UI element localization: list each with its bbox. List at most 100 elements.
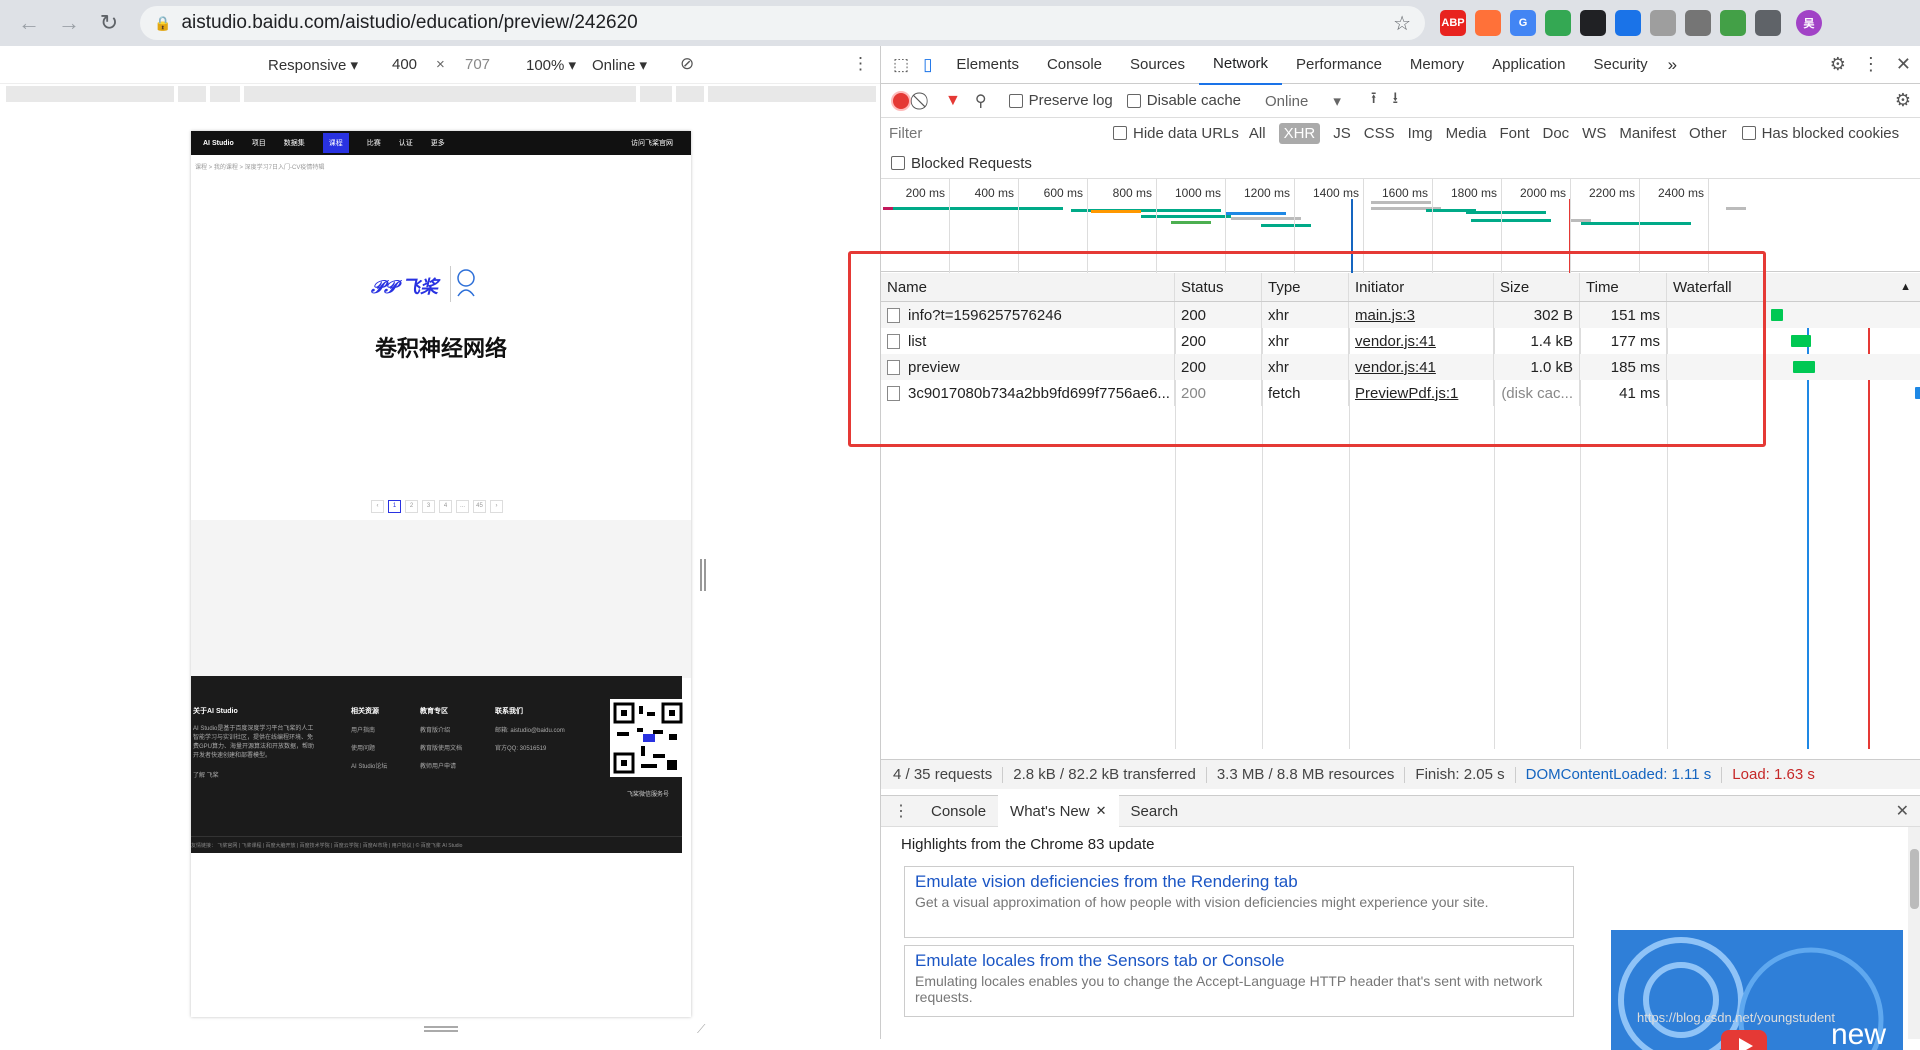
page-button[interactable]: ... xyxy=(456,499,469,513)
throttle-dropdown[interactable]: Online ▾ xyxy=(1265,92,1341,110)
drawer-scrollbar[interactable] xyxy=(1908,827,1920,1039)
network-settings-icon[interactable]: ⚙ xyxy=(1895,90,1911,111)
page-button[interactable]: ‹ xyxy=(371,499,384,513)
sort-up-icon[interactable]: ▲ xyxy=(1900,281,1911,293)
filter-type-manifest[interactable]: Manifest xyxy=(1619,125,1676,142)
abp-icon[interactable]: ABP xyxy=(1440,10,1466,36)
record-icon[interactable] xyxy=(891,90,911,111)
whats-new-card[interactable]: Emulate locales from the Sensors tab or … xyxy=(904,945,1574,1017)
reload-button[interactable]: ↻ xyxy=(94,8,124,38)
nav-item-active[interactable]: 课程 xyxy=(322,133,349,153)
hide-data-urls-checkbox[interactable]: Hide data URLs xyxy=(1113,125,1239,142)
rotate-icon[interactable]: ⊘ xyxy=(680,54,694,74)
footer-link[interactable]: 用户指南 xyxy=(351,725,387,734)
preserve-log-checkbox[interactable]: Preserve log xyxy=(1008,92,1113,109)
filter-type-js[interactable]: JS xyxy=(1333,125,1351,142)
has-blocked-cookies-checkbox[interactable]: Has blocked cookies xyxy=(1741,125,1899,142)
inspect-element-icon[interactable]: ⬚ xyxy=(893,55,909,75)
waterfall-bar[interactable] xyxy=(1791,335,1811,347)
filter-type-img[interactable]: Img xyxy=(1408,125,1433,142)
more-tabs-icon[interactable]: » xyxy=(1668,55,1677,75)
card-title[interactable]: Emulate locales from the Sensors tab or … xyxy=(915,951,1563,971)
page-button[interactable]: › xyxy=(490,499,503,513)
tab-performance[interactable]: Performance xyxy=(1282,46,1396,84)
nav-item[interactable]: 比赛 xyxy=(367,138,381,148)
footer-learn-more[interactable]: 了解 飞桨 xyxy=(193,770,318,779)
tab-application[interactable]: Application xyxy=(1478,46,1579,84)
footer-link[interactable]: 使用问题 xyxy=(351,743,387,752)
device-toggle-icon[interactable]: ▯ xyxy=(923,55,932,75)
export-har-icon[interactable]: ⭳ xyxy=(1393,87,1399,114)
profile-avatar[interactable]: 吴 xyxy=(1796,10,1822,36)
back-button[interactable]: ← xyxy=(14,8,44,38)
url-text[interactable]: aistudio.baidu.com/aistudio/education/pr… xyxy=(181,12,637,34)
drawer-tab-whats-new[interactable]: What's New ✕ xyxy=(998,795,1119,827)
filter-type-css[interactable]: CSS xyxy=(1364,125,1395,142)
puzzle-icon[interactable] xyxy=(1755,10,1781,36)
resize-corner-icon[interactable]: ⟋ xyxy=(697,1022,711,1036)
address-bar[interactable]: 🔒 aistudio.baidu.com/aistudio/education/… xyxy=(140,6,1425,40)
import-har-icon[interactable]: ⭱ xyxy=(1371,87,1377,114)
page-button[interactable]: 45 xyxy=(473,499,486,513)
nav-official-site[interactable]: 访问飞桨官网 xyxy=(631,138,673,148)
page-button[interactable]: 1 xyxy=(388,499,401,513)
vpn-icon[interactable] xyxy=(1615,10,1641,36)
whats-new-card[interactable]: Emulate vision deficiencies from the Ren… xyxy=(904,866,1574,938)
nav-item[interactable]: 更多 xyxy=(431,138,445,148)
settings-gear-icon[interactable]: ⚙ xyxy=(1830,54,1846,75)
filter-type-all[interactable]: All xyxy=(1249,125,1266,142)
page-button[interactable]: 2 xyxy=(405,499,418,513)
close-tab-icon[interactable]: ✕ xyxy=(1096,803,1107,819)
filter-type-media[interactable]: Media xyxy=(1446,125,1487,142)
reader-icon[interactable] xyxy=(1685,10,1711,36)
viewport-width-input[interactable]: 400 xyxy=(392,56,417,73)
page-button[interactable]: 3 xyxy=(422,499,435,513)
viewport-height-input[interactable]: 707 xyxy=(465,56,490,73)
tab-sources[interactable]: Sources xyxy=(1116,46,1199,84)
whats-new-video-thumbnail[interactable]: new xyxy=(1611,930,1903,1050)
filter-type-xhr[interactable]: XHR xyxy=(1278,122,1321,144)
filter-type-font[interactable]: Font xyxy=(1499,125,1529,142)
filter-input[interactable] xyxy=(881,121,1099,145)
viewport-resize-handle[interactable] xyxy=(700,559,706,591)
disable-cache-checkbox[interactable]: Disable cache xyxy=(1126,92,1241,109)
android-icon[interactable] xyxy=(1720,10,1746,36)
chrome-icon[interactable] xyxy=(1545,10,1571,36)
media-query-bar[interactable] xyxy=(0,84,880,104)
footer-link[interactable]: AI Studio论坛 xyxy=(351,761,387,770)
nav-item[interactable]: 认证 xyxy=(399,138,413,148)
footer-link[interactable]: 教师用户申请 xyxy=(420,761,462,770)
footer-link[interactable]: 教育版使用文档 xyxy=(420,743,462,752)
nav-item[interactable]: 项目 xyxy=(252,138,266,148)
tab-elements[interactable]: Elements xyxy=(942,46,1033,84)
firefox-icon[interactable] xyxy=(1475,10,1501,36)
waterfall-bar[interactable] xyxy=(1793,361,1815,373)
footer-link-bar[interactable]: 友情链接： 飞桨官网 | 飞桨课程 | 百度大脑开放 | 百度技术学院 | 百度… xyxy=(191,836,682,849)
nav-item[interactable]: 数据集 xyxy=(284,138,305,148)
forward-button[interactable]: → xyxy=(54,8,84,38)
site-logo[interactable]: AI Studio xyxy=(203,140,234,147)
drawer-tab-search[interactable]: Search xyxy=(1119,795,1191,827)
tab-security[interactable]: Security xyxy=(1579,46,1661,84)
filter-type-ws[interactable]: WS xyxy=(1582,125,1606,142)
card-title[interactable]: Emulate vision deficiencies from the Ren… xyxy=(915,872,1563,892)
tab-console[interactable]: Console xyxy=(1033,46,1116,84)
translate-icon[interactable]: G xyxy=(1510,10,1536,36)
device-mode-select[interactable]: Responsive ▾ xyxy=(268,56,358,74)
blocked-requests-checkbox[interactable]: Blocked Requests xyxy=(891,148,1032,178)
kebab-menu-icon[interactable]: ⋮ xyxy=(1862,54,1880,75)
close-devtools-icon[interactable]: ✕ xyxy=(1896,54,1911,75)
throttle-select[interactable]: Online ▾ xyxy=(592,56,647,74)
filter-type-other[interactable]: Other xyxy=(1689,125,1727,142)
search-icon[interactable]: ⚲ xyxy=(975,91,987,111)
tab-memory[interactable]: Memory xyxy=(1396,46,1478,84)
bookmark-star-icon[interactable]: ☆ xyxy=(1393,11,1411,36)
cursor-icon[interactable] xyxy=(1580,10,1606,36)
page-button[interactable]: 4 xyxy=(439,499,452,513)
footer-link[interactable]: 教育版介绍 xyxy=(420,725,462,734)
close-drawer-icon[interactable]: ✕ xyxy=(1896,801,1909,821)
more-options-icon[interactable]: ⋮ xyxy=(852,54,869,74)
filter-funnel-icon[interactable]: ▼ xyxy=(945,92,961,110)
tab-network[interactable]: Network xyxy=(1199,45,1283,85)
drawer-menu-icon[interactable]: ⋮ xyxy=(893,801,909,821)
